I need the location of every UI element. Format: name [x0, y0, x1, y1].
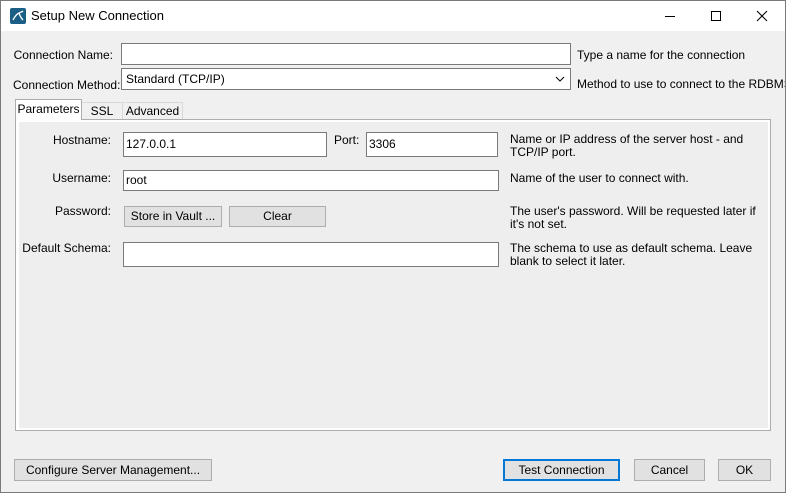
password-label: Password: — [54, 204, 111, 218]
hostname-label: Hostname: — [52, 133, 111, 147]
maximize-icon — [711, 11, 721, 21]
connection-method-help: Method to use to connect to the RDBMS — [577, 77, 786, 91]
username-input[interactable]: root — [123, 170, 499, 191]
hostname-help: Name or IP address of the server host - … — [510, 132, 744, 159]
minimize-button[interactable] — [647, 1, 693, 31]
tab-ssl[interactable]: SSL — [82, 102, 123, 119]
maximize-button[interactable] — [693, 1, 739, 31]
title-bar[interactable]: Setup New Connection — [1, 1, 785, 31]
port-input[interactable]: 3306 — [366, 132, 498, 157]
close-icon — [756, 10, 768, 22]
port-label: Port: — [334, 133, 360, 147]
chevron-down-icon — [555, 76, 565, 82]
default-schema-help: The schema to use as default schema. Lea… — [510, 241, 753, 268]
cancel-button[interactable]: Cancel — [634, 459, 705, 481]
connection-method-select[interactable]: Standard (TCP/IP) — [121, 68, 571, 90]
connection-name-input[interactable] — [121, 43, 571, 65]
connection-method-label: Connection Method: — [13, 78, 121, 92]
ok-button[interactable]: OK — [718, 459, 771, 481]
store-in-vault-button[interactable]: Store in Vault ... — [124, 206, 222, 227]
username-help: Name of the user to connect with. — [510, 171, 689, 185]
default-schema-input[interactable] — [123, 242, 499, 267]
configure-server-management-button[interactable]: Configure Server Management... — [14, 459, 212, 481]
mysql-workbench-icon — [10, 8, 26, 24]
close-button[interactable] — [739, 1, 785, 31]
tab-parameters[interactable]: Parameters — [15, 99, 82, 120]
clear-password-button[interactable]: Clear — [229, 206, 326, 227]
connection-method-value: Standard (TCP/IP) — [126, 72, 225, 86]
hostname-input[interactable]: 127.0.0.1 — [123, 132, 327, 157]
default-schema-label: Default Schema: — [22, 241, 111, 255]
window-title: Setup New Connection — [31, 8, 164, 23]
test-connection-button[interactable]: Test Connection — [503, 459, 620, 481]
parameters-panel-content — [19, 122, 768, 428]
connection-name-label: Connection Name: — [13, 48, 113, 62]
connection-name-help: Type a name for the connection — [577, 48, 746, 62]
password-help: The user's password. Will be requested l… — [510, 204, 756, 231]
setup-connection-dialog: Setup New Connection Connection Name: Ty… — [0, 0, 786, 493]
minimize-icon — [665, 16, 675, 17]
username-label: Username: — [52, 171, 111, 185]
tab-advanced[interactable]: Advanced — [123, 102, 183, 119]
